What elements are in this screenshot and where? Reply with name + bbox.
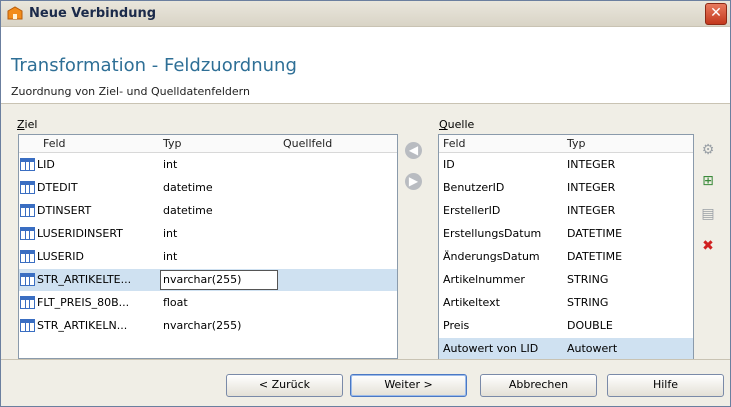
cell-feld: DTEDIT <box>37 181 78 194</box>
cell-feld: Preis <box>443 319 470 332</box>
cell-typ: float <box>163 296 188 309</box>
table-field-icon <box>20 204 35 217</box>
cell-typ: datetime <box>163 204 213 217</box>
back-button[interactable]: < Zurück <box>226 374 343 397</box>
assign-button[interactable]: ◀ <box>405 142 422 159</box>
list-item[interactable]: ErstellungsDatum DATETIME <box>439 223 693 245</box>
column-header-feld[interactable]: Feld <box>43 137 66 150</box>
close-icon: ✕ <box>710 5 722 21</box>
gear-button[interactable]: ⚙ <box>698 140 718 160</box>
cell-typ: INTEGER <box>567 204 616 217</box>
cell-typ: STRING <box>567 273 609 286</box>
column-header-typ[interactable]: Typ <box>567 137 586 150</box>
cell-feld: ÄnderungsDatum <box>443 250 540 263</box>
arrow-right-icon: ▶ <box>408 174 419 188</box>
cell-feld: Autowert von LID <box>443 342 539 355</box>
cell-typ: INTEGER <box>567 158 616 171</box>
cell-typ: Autowert <box>567 342 618 355</box>
close-button[interactable]: ✕ <box>705 3 727 25</box>
table-row[interactable]: STR_ARTIKELTE... nvarchar(255) <box>19 269 397 291</box>
cell-feld: DTINSERT <box>37 204 92 217</box>
cell-feld: ID <box>443 158 455 171</box>
table-field-icon <box>20 227 35 240</box>
cell-typ: nvarchar(255) <box>163 319 242 332</box>
cell-feld: LUSERIDINSERT <box>37 227 123 240</box>
cell-feld: Artikelnummer <box>443 273 525 286</box>
cell-typ: INTEGER <box>567 181 616 194</box>
cell-typ: STRING <box>567 296 609 309</box>
cell-feld: LUSERID <box>37 250 84 263</box>
source-label: Quelle <box>439 118 475 131</box>
list-item[interactable]: Artikeltext STRING <box>439 292 693 314</box>
list-item[interactable]: ÄnderungsDatum DATETIME <box>439 246 693 268</box>
cell-typ: int <box>163 158 178 171</box>
table-field-icon <box>20 319 35 332</box>
page-title: Transformation - Feldzuordnung <box>11 55 297 76</box>
add-field-icon: ⊞ <box>702 173 714 189</box>
table-row[interactable]: DTINSERT datetime <box>19 200 397 222</box>
next-button[interactable]: Weiter > <box>350 374 467 397</box>
cell-feld: FLT_PREIS_80B... <box>37 296 130 309</box>
list-item[interactable]: Preis DOUBLE <box>439 315 693 337</box>
cell-typ: DATETIME <box>567 250 623 263</box>
list-item[interactable]: ErstellerID INTEGER <box>439 200 693 222</box>
cell-feld: ErstellungsDatum <box>443 227 542 240</box>
list-item[interactable]: Artikelnummer STRING <box>439 269 693 291</box>
delete-button[interactable]: ✖ <box>698 236 718 256</box>
column-header-feld[interactable]: Feld <box>443 137 466 150</box>
list-item[interactable]: ID INTEGER <box>439 154 693 176</box>
cell-feld: STR_ARTIKELTE... <box>37 273 132 286</box>
arrow-left-icon: ◀ <box>408 143 419 157</box>
cell-feld: Artikeltext <box>443 296 500 309</box>
cell-typ: DOUBLE <box>567 319 613 332</box>
table-row[interactable]: LID int <box>19 154 397 176</box>
column-header-typ[interactable]: Typ <box>163 137 182 150</box>
cell-feld: ErstellerID <box>443 204 501 217</box>
table-row[interactable]: LUSERID int <box>19 246 397 268</box>
cell-feld: LID <box>37 158 55 171</box>
target-grid-header: Feld Typ Quellfeld <box>19 135 397 153</box>
title-bar: Neue Verbindung ✕ <box>1 1 730 27</box>
gear-icon: ⚙ <box>701 142 715 158</box>
cell-feld: STR_ARTIKELN... <box>37 319 128 332</box>
table-field-icon <box>20 158 35 171</box>
list-item[interactable]: BenutzerID INTEGER <box>439 177 693 199</box>
target-label: Ziel <box>17 118 38 131</box>
footer-separator <box>1 359 730 360</box>
add-field-button[interactable]: ⊞ <box>698 171 718 191</box>
dialog-window: Neue Verbindung ✕ Transformation - Feldz… <box>0 0 731 407</box>
app-icon <box>7 6 23 20</box>
cell-typ: datetime <box>163 181 213 194</box>
delete-icon: ✖ <box>702 238 714 254</box>
cell-typ: int <box>163 227 178 240</box>
column-header-quellfeld[interactable]: Quellfeld <box>283 137 332 150</box>
document-button[interactable]: ▤ <box>698 204 718 224</box>
table-field-icon <box>20 296 35 309</box>
page-subtitle: Zuordnung von Ziel- und Quelldatenfelder… <box>11 85 250 98</box>
cell-typ: nvarchar(255) <box>163 273 242 286</box>
document-icon: ▤ <box>701 206 715 222</box>
list-item[interactable]: Autowert von LID Autowert <box>439 338 693 360</box>
table-field-icon <box>20 250 35 263</box>
table-row[interactable]: STR_ARTIKELN... nvarchar(255) <box>19 315 397 337</box>
table-row[interactable]: DTEDIT datetime <box>19 177 397 199</box>
unassign-button[interactable]: ▶ <box>405 173 422 190</box>
source-grid[interactable]: Feld Typ ID INTEGER BenutzerID INTEGER Erste… <box>438 134 694 360</box>
table-row[interactable]: LUSERIDINSERT int <box>19 223 397 245</box>
cell-typ: DATETIME <box>567 227 623 240</box>
cell-typ: int <box>163 250 178 263</box>
cell-feld: BenutzerID <box>443 181 505 194</box>
target-grid[interactable]: Feld Typ Quellfeld LID int DTEDIT datetime D… <box>18 134 398 359</box>
table-field-icon <box>20 181 35 194</box>
table-row[interactable]: FLT_PREIS_80B... float <box>19 292 397 314</box>
wizard-header: Transformation - Feldzuordnung Zuordnung… <box>1 27 730 104</box>
window-title: Neue Verbindung <box>29 6 157 21</box>
help-button[interactable]: Hilfe <box>607 374 724 397</box>
cancel-button[interactable]: Abbrechen <box>480 374 597 397</box>
source-grid-header: Feld Typ <box>439 135 693 153</box>
table-field-icon <box>20 273 35 286</box>
